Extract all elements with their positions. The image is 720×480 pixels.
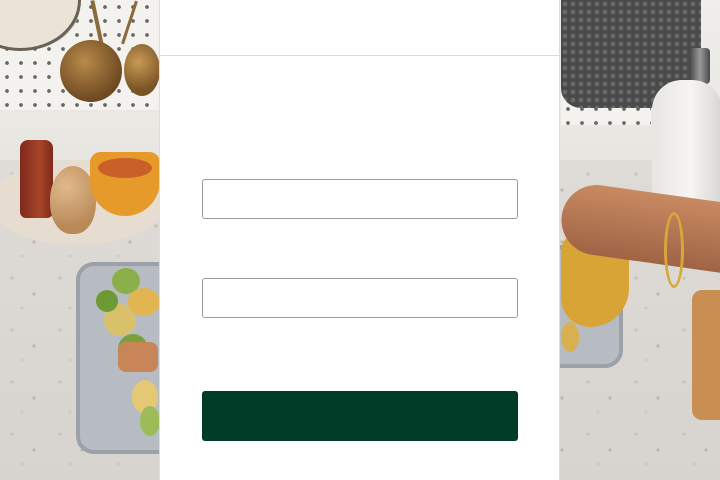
background-saucepan <box>124 44 160 96</box>
form-field-2[interactable] <box>202 278 518 318</box>
form-modal <box>159 0 560 480</box>
background-vegetable <box>128 288 160 316</box>
form-field-1[interactable] <box>202 179 518 219</box>
page <box>0 0 720 480</box>
background-vegetable <box>96 290 118 312</box>
background-bottle-spout <box>690 48 710 84</box>
submit-button[interactable] <box>202 391 518 441</box>
background-bracelet <box>664 212 684 288</box>
background-spice-jar <box>20 140 53 218</box>
background-saucepan <box>60 40 122 102</box>
background-vegetable <box>118 342 158 372</box>
modal-header <box>160 0 559 56</box>
background-cutting-board <box>692 290 720 420</box>
background-vegetable <box>140 406 160 436</box>
background-bowl-spice <box>98 158 152 178</box>
background-vegetable <box>561 322 579 352</box>
